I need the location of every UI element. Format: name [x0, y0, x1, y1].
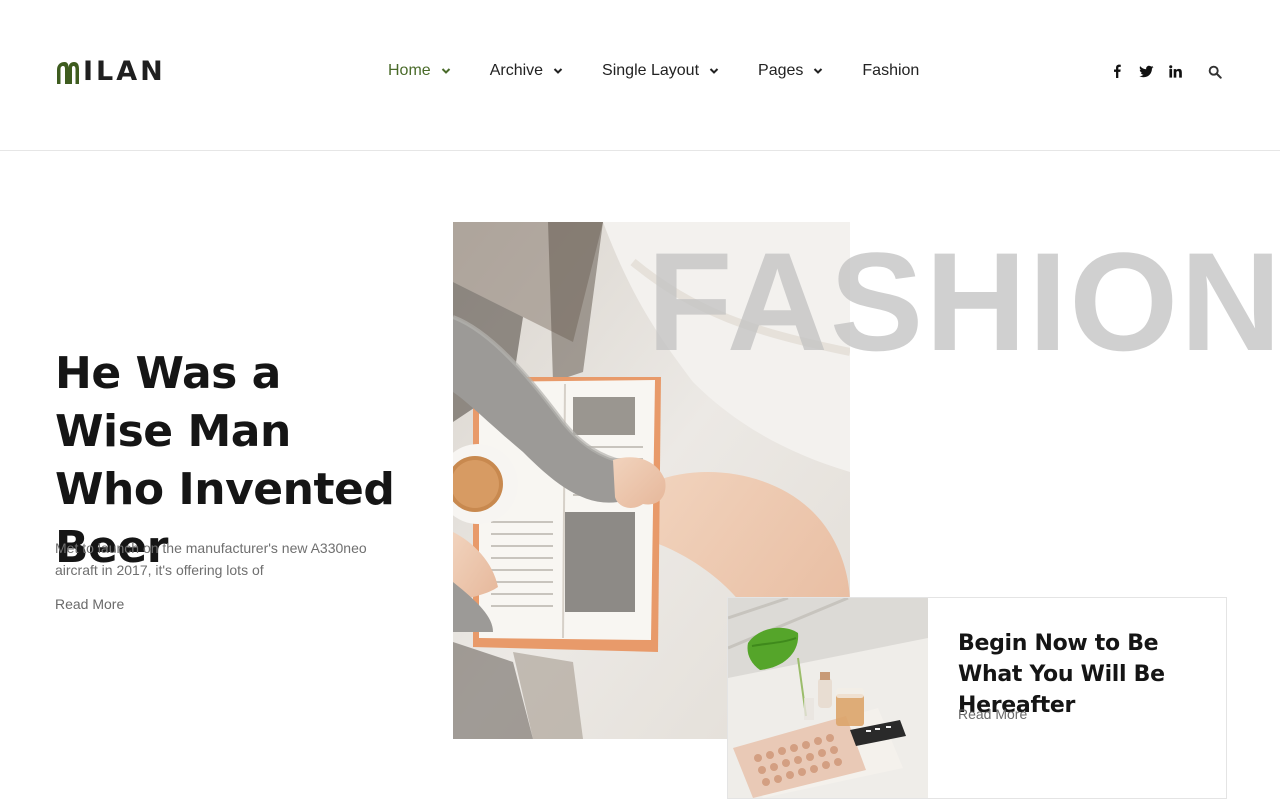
nav-item-archive[interactable]: Archive [490, 62, 563, 80]
social-links [1108, 60, 1224, 82]
nav-item-label: Single Layout [602, 62, 700, 79]
nav-item-label: Home [388, 62, 431, 79]
nav-item-label: Pages [758, 62, 804, 79]
nav-item-single-layout[interactable]: Single Layout [602, 62, 719, 80]
nav-item-home[interactable]: Home [388, 62, 451, 80]
chevron-down-icon [709, 68, 719, 74]
card-image[interactable] [728, 598, 928, 798]
facebook-icon[interactable] [1108, 62, 1126, 80]
nav-item-fashion[interactable]: Fashion [862, 62, 919, 80]
hero-excerpt: Met to launch on the manufacturer's new … [55, 540, 367, 578]
nav-item-pages[interactable]: Pages [758, 62, 823, 80]
card-read-more-link[interactable]: Read More [958, 706, 1027, 722]
hero-read-more-link[interactable]: Read More [55, 596, 124, 612]
site-logo-text: ILAN [83, 56, 166, 87]
site-header: ILAN Home Archive Single Layout Pages Fa… [0, 0, 1280, 151]
featured-post-card[interactable]: Begin Now to Be What You Will Be Hereaft… [727, 597, 1227, 799]
chevron-down-icon [553, 68, 563, 74]
logo-m-icon [57, 62, 79, 84]
chevron-down-icon [441, 68, 450, 74]
main-nav: Home Archive Single Layout Pages Fashion [388, 58, 919, 84]
site-logo[interactable]: ILAN [55, 57, 166, 87]
chevron-down-icon [814, 68, 823, 74]
card-photo-illustration [728, 598, 928, 798]
nav-item-label: Archive [489, 62, 544, 79]
linkedin-icon[interactable] [1166, 62, 1184, 80]
twitter-icon[interactable] [1137, 62, 1155, 80]
nav-item-label: Fashion [862, 62, 920, 79]
search-icon[interactable] [1206, 63, 1224, 81]
